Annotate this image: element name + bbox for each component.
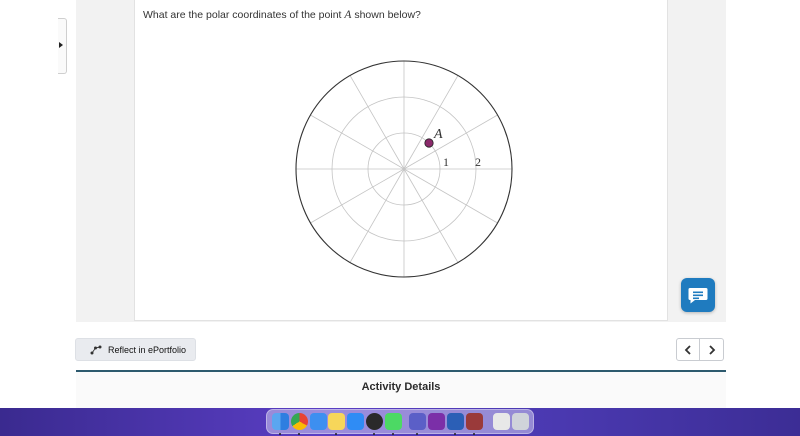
question-text: What are the polar coordinates of the po… (143, 9, 421, 21)
preview-icon[interactable] (493, 413, 510, 430)
chat-button[interactable] (681, 278, 715, 312)
chat-icon (688, 288, 708, 304)
running-indicator (298, 433, 300, 435)
reflect-eportfolio-button[interactable]: Reflect in ePortfolio (75, 338, 196, 361)
messages-icon[interactable] (385, 413, 402, 430)
chatgpt-icon[interactable] (366, 413, 383, 430)
running-indicator (373, 433, 375, 435)
chevron-left-icon (684, 344, 691, 355)
running-indicator (416, 433, 418, 435)
running-indicator (392, 433, 394, 435)
reflect-label: Reflect in ePortfolio (108, 344, 187, 355)
running-indicator (473, 433, 475, 435)
word-icon[interactable] (447, 413, 464, 430)
polar-spoke (403, 168, 459, 263)
eportfolio-icon (90, 345, 102, 355)
pagination-nav (676, 338, 724, 361)
app-store-icon[interactable] (347, 413, 364, 430)
polar-spoke (349, 168, 405, 263)
activity-details-section: Activity Details (76, 370, 726, 408)
browser-viewport: What are the polar coordinates of the po… (0, 0, 800, 408)
chevron-right-icon (708, 344, 715, 355)
trash-icon[interactable] (512, 413, 529, 430)
running-indicator (335, 433, 337, 435)
radius-label-1: 1 (443, 155, 449, 169)
previous-button[interactable] (676, 338, 700, 361)
polar-spoke (310, 168, 405, 224)
polar-spoke (403, 114, 498, 170)
dictionary-icon[interactable] (466, 413, 483, 430)
polar-spokes (296, 61, 512, 277)
polar-spoke (310, 114, 405, 170)
notes-icon[interactable] (328, 413, 345, 430)
point-a (424, 138, 434, 148)
caret-right-icon (59, 42, 63, 48)
running-indicator (279, 433, 281, 435)
radius-label-2: 2 (475, 155, 481, 169)
sidebar-toggle[interactable] (58, 18, 67, 74)
next-button[interactable] (700, 338, 724, 361)
polar-spoke (403, 75, 459, 170)
chrome-icon[interactable] (291, 413, 308, 430)
activity-details-title: Activity Details (361, 381, 441, 393)
running-indicator (454, 433, 456, 435)
onenote-icon[interactable] (428, 413, 445, 430)
polar-spoke (403, 168, 498, 224)
question-prefix: What are the polar coordinates of the po… (143, 9, 345, 21)
mail-icon[interactable] (310, 413, 327, 430)
finder-icon[interactable] (272, 413, 289, 430)
polar-grid: 1 2 A (295, 60, 513, 278)
polar-spoke (349, 75, 405, 170)
dock (266, 409, 534, 435)
point-a-label: A (433, 127, 443, 142)
question-suffix: shown below? (351, 9, 421, 21)
teams-icon[interactable] (409, 413, 426, 430)
